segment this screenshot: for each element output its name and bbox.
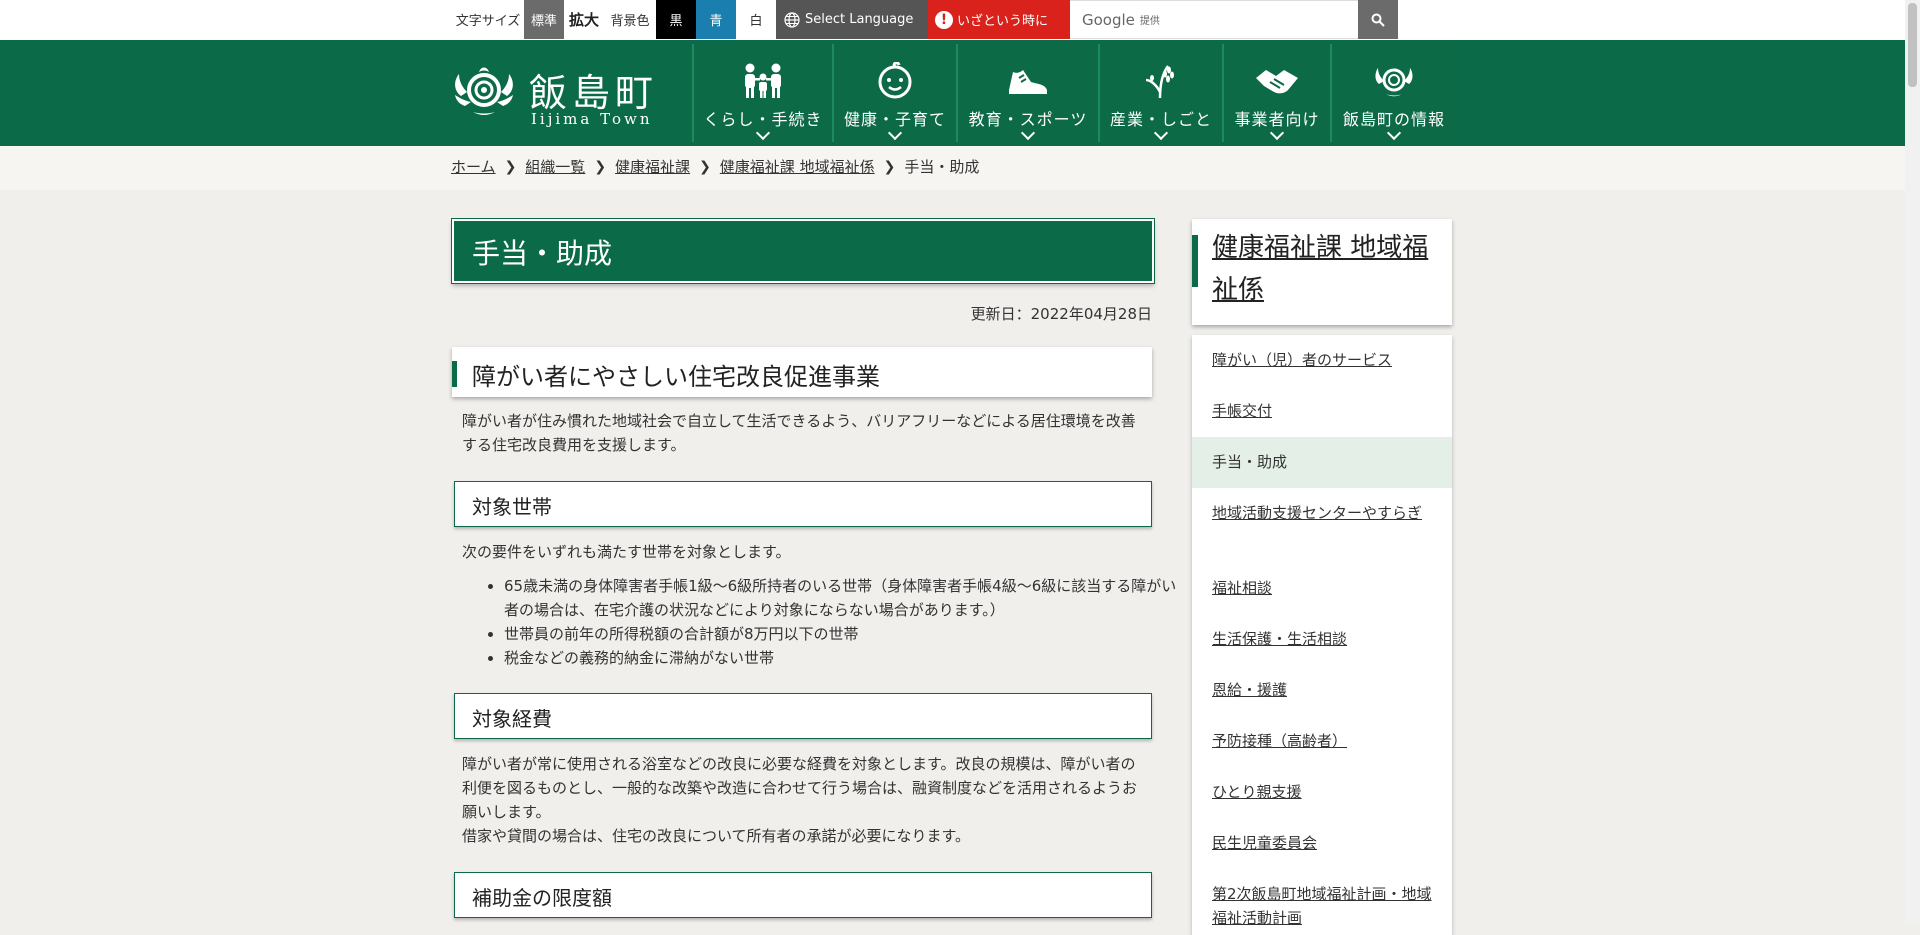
search-button[interactable] [1358, 0, 1398, 39]
list-item: 65歳未満の身体障害者手帳1級～6級所持者のいる世帯（身体障害者手帳4級～6級に… [504, 574, 1194, 622]
breadcrumb-org-list-link[interactable]: 組織一覧 [525, 156, 585, 177]
font-large-button[interactable]: 拡大 [564, 0, 604, 39]
chevron-right-icon: ❯ [699, 158, 711, 175]
nav-item-health[interactable]: 健康・子育て [832, 44, 956, 142]
subheading-target-cost: 対象経費 [472, 707, 552, 731]
sidebar-item-label[interactable]: 予防接種（高齢者） [1212, 729, 1437, 753]
bg-blue-button[interactable]: 青 [696, 0, 736, 39]
chevron-right-icon: ❯ [594, 158, 607, 175]
nav-item-industry[interactable]: 産業・しごと [1098, 44, 1222, 142]
target-household-lead: 次の要件をいずれも満たす世帯を対象とします。 [462, 543, 791, 561]
google-provided-label: 提供 [1139, 16, 1160, 27]
alert-icon: ! [935, 10, 953, 29]
section-heading-box: 障がい者にやさしい住宅改良促進事業 [452, 347, 1152, 397]
search-icon [1371, 13, 1385, 27]
nav-item-living[interactable]: くらし・手続き [692, 44, 832, 142]
bg-black-button[interactable]: 黒 [656, 0, 696, 39]
baby-face-icon [878, 62, 912, 99]
page-title: 手当・助成 [472, 237, 613, 270]
town-emblem-logo [455, 67, 513, 115]
chevron-right-icon: ❯ [883, 158, 896, 175]
bg-white-button[interactable]: 白 [736, 0, 776, 39]
sidebar-item-label: 手当・助成 [1212, 453, 1288, 471]
target-cost-note: 借家や貸間の場合は、住宅の改良について所有者の承諾が必要になります。 [462, 827, 971, 845]
sidebar-item-label[interactable]: ひとり親支援 [1212, 780, 1437, 804]
emergency-button[interactable]: ! いざという時に [928, 0, 1070, 39]
breadcrumb-home-link[interactable]: ホーム [451, 156, 496, 177]
select-language-button[interactable]: Select Language [776, 0, 928, 39]
sidebar-item-label[interactable]: 手帳交付 [1212, 399, 1437, 423]
intro-text: 障がい者が住み慣れた地域社会で自立して生活できるよう、バリアフリーなどによる居住… [462, 409, 1142, 457]
global-nav: くらし・手続き 健康・子育て 教育・スポーツ 産業・しごと 事業者向け 飯島町の… [692, 44, 1456, 142]
sidebar-item-label[interactable]: 障がい（児）者のサービス [1212, 348, 1437, 372]
town-emblem-icon [1375, 68, 1413, 97]
family-icon [745, 63, 781, 98]
heading-accent-bar [452, 361, 457, 387]
subheading-subsidy-limit: 補助金の限度額 [472, 886, 612, 910]
nav-item-business[interactable]: 事業者向け [1222, 44, 1330, 142]
site-logo[interactable]: 飯島町 Iijima Town [451, 60, 671, 130]
sidebar-item-label[interactable]: 恩給・援護 [1212, 678, 1437, 702]
globe-icon [784, 11, 800, 28]
nav-item-education[interactable]: 教育・スポーツ [956, 44, 1098, 142]
site-subtitle: Iijima Town [531, 110, 653, 128]
section-heading: 障がい者にやさしい住宅改良促進事業 [472, 363, 880, 391]
breadcrumb-current: 手当・助成 [904, 158, 980, 176]
page-scrollbar[interactable] [1905, 0, 1920, 924]
sidebar-item-label[interactable]: 福祉相談 [1212, 576, 1437, 600]
target-cost-paragraph: 障がい者が常に使用される浴室などの改良に必要な経費を対象とします。改良の規模は、… [462, 755, 1138, 821]
rice-plant-icon [1145, 65, 1174, 99]
intro-paragraph: 障がい者が住み慣れた地域社会で自立して生活できるよう、バリアフリーなどによる居住… [462, 412, 1136, 454]
select-language-label: Select Language [805, 12, 914, 27]
emergency-label: いざという時に [957, 14, 1049, 29]
utility-bar: 文字サイズ 標準 拡大 背景色 黒 青 白 Select Language ! … [0, 0, 1905, 40]
breadcrumb: ホーム ❯ 組織一覧 ❯ 健康福祉課 ❯ 健康福祉課 地域福祉係 ❯ 手当・助成 [451, 156, 979, 177]
background-color-label: 背景色 [604, 0, 656, 39]
nav-item-town-info[interactable]: 飯島町の情報 [1330, 44, 1456, 142]
scrollbar-thumb[interactable] [1908, 3, 1917, 87]
list-item: 世帯員の前年の所得税額の合計額が8万円以下の世帯 [504, 622, 1194, 646]
requirements-list: 65歳未満の身体障害者手帳1級～6級所持者のいる世帯（身体障害者手帳4級～6級に… [462, 574, 1194, 670]
subheading-target-household: 対象世帯 [472, 495, 552, 519]
sidebar-menu: 障がい（児）者のサービス 手帳交付 手当・助成 地域活動支援センターやすらぎ 福… [1192, 335, 1452, 935]
sidebar-heading-link[interactable]: 健康福祉課 地域福祉係 [1212, 227, 1444, 311]
subheading-box: 対象経費 [454, 693, 1152, 739]
heading-accent-bar [1192, 235, 1198, 287]
target-cost-text: 障がい者が常に使用される浴室などの改良に必要な経費を対象とします。改良の規模は、… [462, 752, 1142, 848]
font-size-label: 文字サイズ [452, 0, 524, 39]
font-standard-button[interactable]: 標準 [524, 0, 564, 39]
subheading-box: 補助金の限度額 [454, 872, 1152, 918]
sidebar-item-label[interactable]: 地域活動支援センターやすらぎ [1212, 501, 1437, 525]
page-title-box: 手当・助成 [452, 219, 1154, 283]
utility-controls: 文字サイズ 標準 拡大 背景色 黒 青 白 Select Language ! … [452, 0, 1398, 39]
sidebar-heading-box: 健康福祉課 地域福祉係 [1192, 219, 1452, 325]
updated-date: 更新日：2022年04月28日 [970, 305, 1152, 323]
breadcrumb-regional-welfare-link[interactable]: 健康福祉課 地域福祉係 [720, 156, 875, 177]
sidebar-item-label[interactable]: 民生児童委員会 [1212, 831, 1437, 855]
site-search-input[interactable]: Google 提供 [1070, 0, 1358, 39]
sidebar-item-current: 手当・助成 [1192, 437, 1452, 488]
sidebar-item-label[interactable]: 生活保護・生活相談 [1212, 627, 1437, 651]
breadcrumb-bar: ホーム ❯ 組織一覧 ❯ 健康福祉課 ❯ 健康福祉課 地域福祉係 ❯ 手当・助成 [0, 146, 1905, 190]
chevron-right-icon: ❯ [504, 158, 517, 175]
site-title: 飯島町 [529, 71, 659, 115]
sidebar-item-label[interactable]: 第2次飯島町地域福祉計画・地域福祉活動計画 [1212, 882, 1437, 930]
handshake-icon [1256, 70, 1298, 94]
site-header: 飯島町 Iijima Town くらし・手続き 健康・子育て 教育・スポーツ 産… [0, 40, 1905, 146]
breadcrumb-health-welfare-link[interactable]: 健康福祉課 [615, 156, 690, 177]
google-logo: Google [1082, 10, 1135, 29]
sneaker-icon [1009, 70, 1047, 94]
subheading-box: 対象世帯 [454, 481, 1152, 527]
list-item: 税金などの義務的納金に滞納がない世帯 [504, 646, 1194, 670]
